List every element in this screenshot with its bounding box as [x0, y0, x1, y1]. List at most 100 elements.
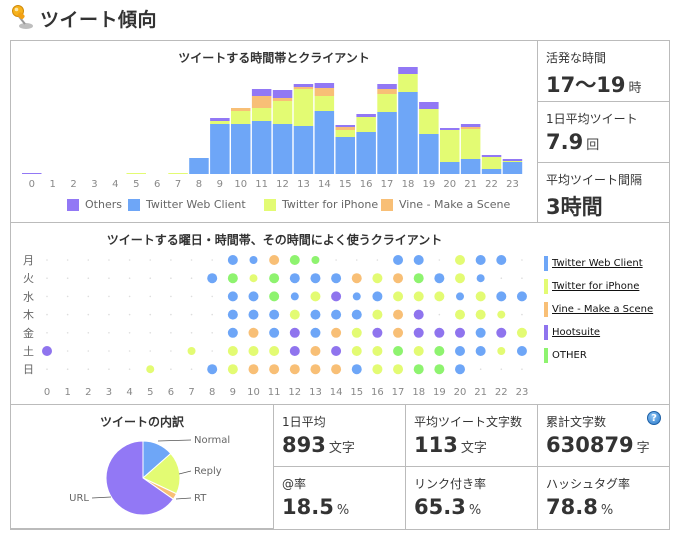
legend-color-bar [544, 325, 548, 340]
empty-dot [108, 368, 110, 370]
client-dot-vine [248, 364, 259, 375]
stat-value: 113 文字 [414, 433, 487, 457]
bar-segment-vine [377, 89, 397, 94]
pie-leader-line [91, 496, 112, 499]
client-legend-item-iphone[interactable]: Twitter for iPhone [544, 279, 639, 294]
legend-color-bar [544, 279, 548, 294]
x-tick-label: 3 [106, 387, 112, 398]
x-tick-label: 13 [297, 179, 310, 190]
client-link[interactable]: Twitter Web Client [552, 258, 643, 269]
bar-segment-iphone [335, 130, 355, 137]
empty-dot [149, 259, 152, 261]
x-tick-label: 12 [276, 179, 289, 190]
x-tick-label: 10 [234, 179, 247, 190]
empty-dot [376, 259, 379, 261]
empty-dot [438, 259, 441, 261]
client-dot-other [227, 273, 238, 284]
bar-segment-web [335, 137, 355, 174]
client-legend-item-web[interactable]: Twitter Web Client [544, 256, 643, 271]
client-dot-vine [289, 364, 300, 375]
client-dot-web [310, 273, 321, 284]
client-dot-iphone [351, 327, 362, 338]
client-dot-web [516, 346, 527, 356]
client-dot-hootsuite [413, 327, 424, 338]
bar-segment-vine [314, 88, 335, 96]
breakdown-panel: ツイートの内訳 Normal Reply RT URL [11, 405, 274, 529]
empty-dot [521, 313, 523, 316]
x-tick-label: 11 [268, 387, 281, 398]
stat-label: 平均ツイート間隔 [546, 173, 643, 187]
client-dot-web [269, 327, 280, 338]
empty-dot [170, 295, 172, 298]
client-link[interactable]: Vine - Make a Scene [552, 304, 653, 315]
stat-total-chars: 累計文字数 ? 630879 字 [538, 405, 669, 467]
client-dot-web [496, 255, 507, 265]
empty-dot [46, 295, 48, 298]
bar-segment-others [314, 83, 335, 88]
x-tick-label: 0 [29, 179, 35, 190]
empty-dot [190, 313, 193, 316]
empty-dot [500, 368, 503, 370]
bar-segment-others [210, 118, 230, 121]
empty-dot [108, 259, 110, 261]
empty-dot [128, 350, 131, 352]
client-dot-iphone [455, 273, 465, 284]
client-dot-vine [393, 309, 404, 320]
stat-daily-chars: 1日平均 893 文字 [274, 405, 406, 467]
stat-value: 65.3% [414, 495, 482, 519]
bar-segment-web [398, 92, 418, 174]
legend-swatch [264, 198, 276, 211]
x-tick-label: 20 [454, 387, 467, 398]
client-dot-iphone [227, 346, 238, 356]
x-tick-label: 16 [360, 179, 373, 190]
help-icon[interactable]: ? [647, 411, 661, 425]
bar-segment-vine [272, 98, 293, 101]
client-dot-web [352, 292, 361, 301]
x-tick-label: 2 [70, 179, 76, 190]
bar-segment-others [481, 155, 502, 157]
x-tick-label: 6 [154, 179, 160, 190]
client-dot-other [311, 256, 320, 264]
stat-label: ハッシュタグ率 [546, 477, 631, 491]
empty-dot [170, 277, 172, 279]
empty-dot [170, 259, 172, 261]
empty-dot [66, 350, 69, 352]
bar-segment-web [460, 159, 481, 174]
empty-dot [335, 259, 337, 261]
empty-dot [66, 313, 69, 316]
bar-segment-web [293, 126, 314, 174]
bar-segment-others [377, 84, 397, 89]
client-dot-web [413, 255, 424, 265]
bar-segment-web [440, 162, 460, 174]
empty-dot [479, 368, 482, 370]
x-tick-label: 9 [217, 179, 223, 190]
client-dot-web [351, 309, 362, 320]
day-label: 金 [23, 326, 34, 340]
bar-segment-web [251, 121, 272, 174]
stat-value: 18.5% [282, 495, 350, 519]
client-dot-other [393, 346, 404, 356]
client-dot-iphone [413, 346, 424, 356]
x-tick-label: 19 [422, 179, 435, 190]
x-tick-label: 0 [44, 387, 50, 398]
bar-segment-vine [460, 127, 481, 129]
client-dot-web [227, 291, 238, 302]
client-dot-web [310, 309, 321, 320]
bar-segment-vine [231, 108, 251, 111]
stat-label: 累計文字数 [546, 415, 607, 429]
x-tick-label: 6 [168, 387, 174, 398]
x-tick-label: 2 [85, 387, 91, 398]
client-dot-web [475, 255, 486, 265]
client-dot-hootsuite [331, 346, 342, 356]
client-link[interactable]: Twitter for iPhone [552, 281, 639, 292]
client-dot-iphone [289, 309, 300, 320]
client-link[interactable]: Hootsuite [552, 327, 600, 338]
legend-swatch [67, 198, 79, 211]
client-dot-vine [331, 364, 342, 375]
breakdown-pie-chart: Normal Reply RT URL [69, 435, 230, 516]
x-tick-label: 23 [506, 179, 519, 190]
client-legend-item-hootsuite[interactable]: Hootsuite [544, 325, 600, 340]
client-dot-hootsuite [434, 327, 445, 338]
client-legend-item-vine[interactable]: Vine - Make a Scene [544, 302, 653, 317]
empty-dot [46, 332, 48, 334]
